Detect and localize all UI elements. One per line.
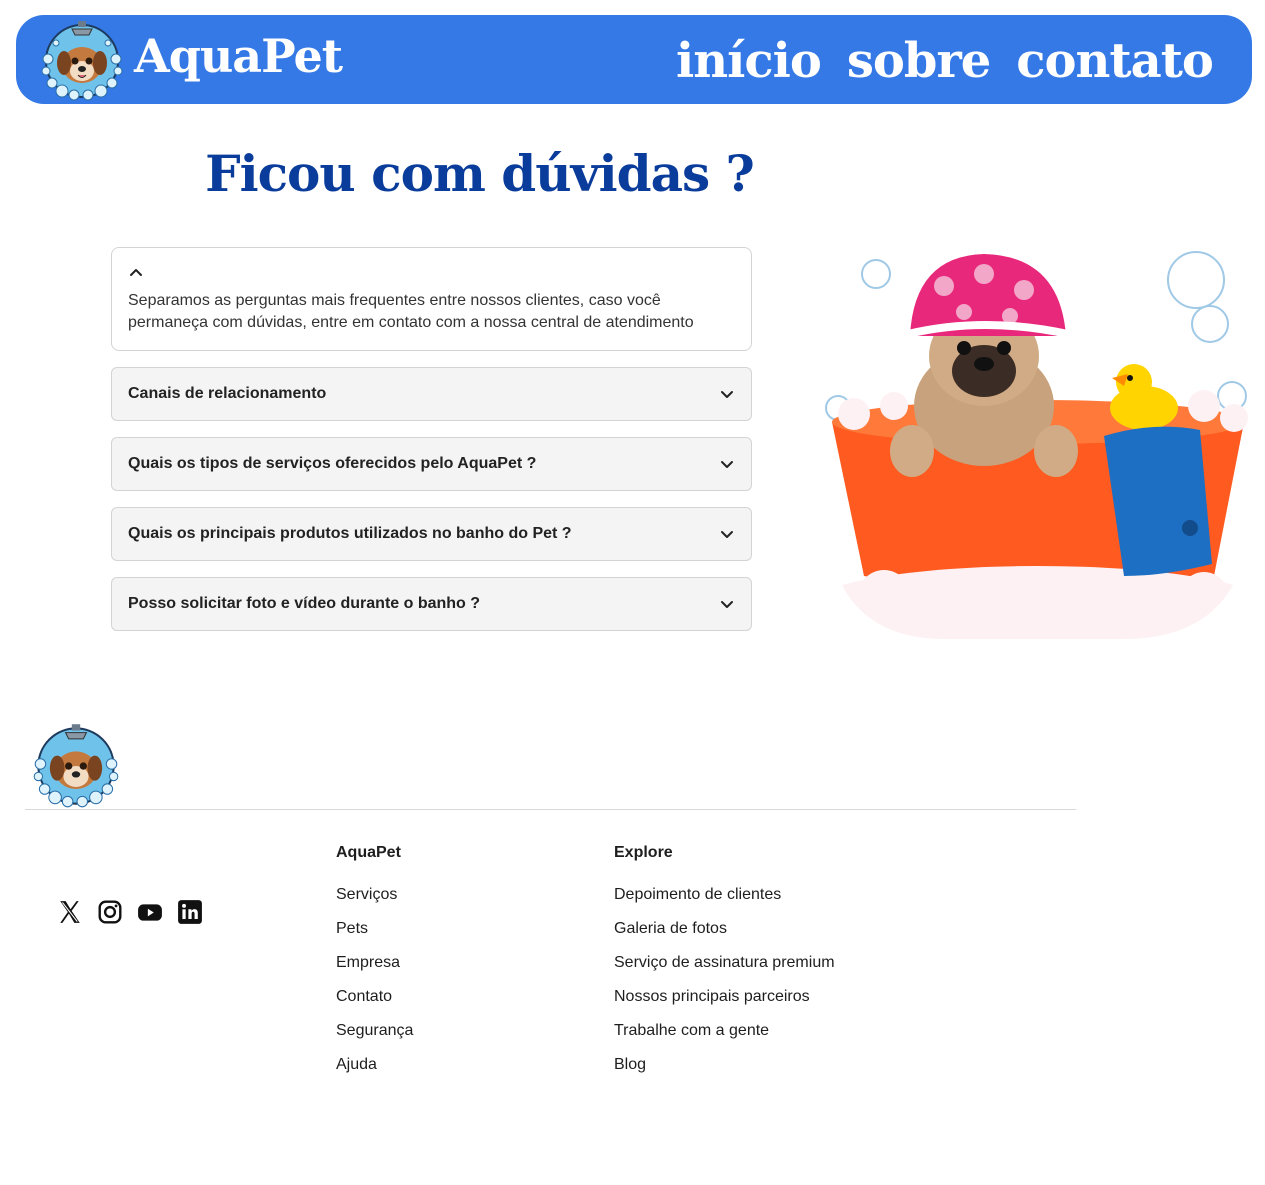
- chevron-down-icon: [721, 601, 733, 608]
- faq-item-canais[interactable]: Canais de relacionamento: [111, 367, 752, 421]
- social-links: [57, 899, 203, 925]
- footer-link-blog[interactable]: Blog: [614, 1055, 835, 1075]
- footer-link-ajuda[interactable]: Ajuda: [336, 1055, 413, 1075]
- main-nav: início sobre contato: [676, 33, 1214, 89]
- nav-contato[interactable]: contato: [1016, 33, 1214, 89]
- nav-inicio[interactable]: início: [676, 33, 822, 89]
- footer-link-pets[interactable]: Pets: [336, 919, 413, 939]
- footer-column-aquapet: AquaPet Serviços Pets Empresa Contato Se…: [336, 843, 413, 1089]
- footer-link-seguranca[interactable]: Segurança: [336, 1021, 413, 1041]
- faq-intro-text: Separamos as perguntas mais frequentes e…: [128, 292, 694, 331]
- footer-link-servicos[interactable]: Serviços: [336, 885, 413, 905]
- footer-link-galeria[interactable]: Galeria de fotos: [614, 919, 835, 939]
- footer-column-title: Explore: [614, 844, 673, 861]
- linkedin-icon[interactable]: [177, 899, 203, 925]
- chevron-up-icon[interactable]: [128, 264, 144, 280]
- faq-accordion: Separamos as perguntas mais frequentes e…: [111, 247, 752, 647]
- site-header: AquaPet início sobre contato: [16, 15, 1252, 104]
- footer-link-empresa[interactable]: Empresa: [336, 953, 413, 973]
- footer-column-title: AquaPet: [336, 844, 401, 861]
- footer-divider: [25, 809, 1076, 810]
- footer-link-trabalhe[interactable]: Trabalhe com a gente: [614, 1021, 835, 1041]
- nav-sobre[interactable]: sobre: [847, 33, 991, 89]
- footer-link-contato[interactable]: Contato: [336, 987, 413, 1007]
- instagram-icon[interactable]: [97, 899, 123, 925]
- faq-question: Quais os tipos de serviços oferecidos pe…: [128, 455, 537, 472]
- faq-question: Quais os principais produtos utilizados …: [128, 525, 572, 542]
- brand-name[interactable]: AquaPet: [134, 29, 343, 83]
- footer-link-assinatura[interactable]: Serviço de assinatura premium: [614, 953, 835, 973]
- footer-link-depoimentos[interactable]: Depoimento de clientes: [614, 885, 835, 905]
- footer-column-explore: Explore Depoimento de clientes Galeria d…: [614, 843, 835, 1089]
- x-icon[interactable]: [57, 899, 83, 925]
- chevron-down-icon: [721, 391, 733, 398]
- faq-title: Ficou com dúvidas ?: [205, 144, 755, 203]
- dog-bath-illustration: [824, 246, 1252, 639]
- faq-question: Canais de relacionamento: [128, 385, 327, 402]
- faq-item-servicos[interactable]: Quais os tipos de serviços oferecidos pe…: [111, 437, 752, 491]
- faq-intro-panel: Separamos as perguntas mais frequentes e…: [111, 247, 752, 351]
- footer-link-parceiros[interactable]: Nossos principais parceiros: [614, 987, 835, 1007]
- faq-item-foto-video[interactable]: Posso solicitar foto e vídeo durante o b…: [111, 577, 752, 631]
- faq-item-produtos[interactable]: Quais os principais produtos utilizados …: [111, 507, 752, 561]
- faq-question: Posso solicitar foto e vídeo durante o b…: [128, 595, 481, 612]
- aquapet-logo[interactable]: [38, 19, 126, 101]
- chevron-down-icon: [721, 531, 733, 538]
- footer-logo[interactable]: [30, 722, 122, 808]
- chevron-down-icon: [721, 461, 733, 468]
- youtube-icon[interactable]: [137, 899, 163, 925]
